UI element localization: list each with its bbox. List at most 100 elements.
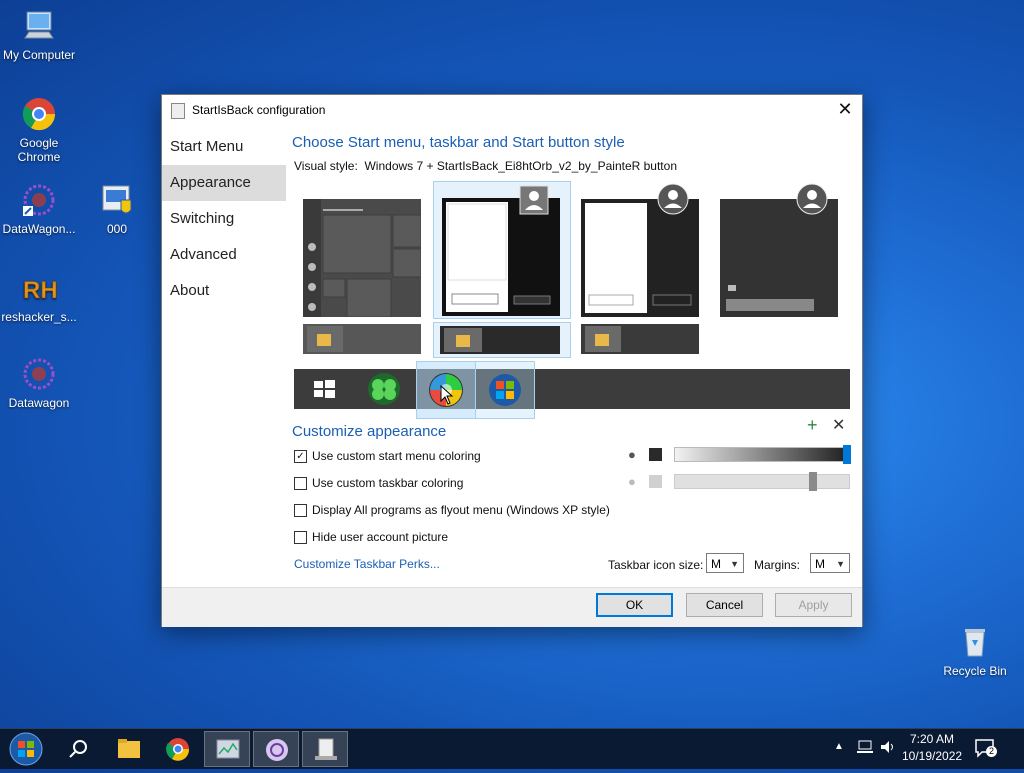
desktop-icon-reshacker[interactable]: RH reshacker_s... (0, 270, 78, 324)
nav-advanced[interactable]: Advanced (162, 237, 286, 273)
clover-orb-icon (368, 373, 400, 405)
checkbox[interactable] (294, 530, 307, 544)
taskbar-color-swatch[interactable] (649, 475, 662, 488)
start-style-option-win7[interactable] (433, 181, 571, 319)
desktop-icon-my-computer[interactable]: My Computer (0, 8, 78, 62)
desktop-icon-label: My Computer (2, 48, 76, 62)
checkbox-checked[interactable]: ✓ (294, 449, 307, 463)
user-avatar-icon (657, 183, 689, 215)
start-button-option-clover[interactable] (364, 371, 404, 407)
option-hide-user-picture[interactable]: Hide user account picture (294, 530, 448, 544)
nav-start-menu[interactable]: Start Menu (162, 129, 286, 165)
desktop-icon-label: Recycle Bin (943, 664, 1007, 678)
recycle-bin-icon (957, 624, 993, 660)
start-button-strip (294, 361, 850, 419)
startisback-config-dialog: StartIsBack configuration ✕ Start Menu A… (161, 94, 863, 627)
taskbar: ▲ 7:20 AM 10/19/2022 2 (0, 728, 1024, 769)
taskbar-opacity-icon: ● (628, 474, 636, 489)
taskbar-style-option-1[interactable] (303, 324, 421, 354)
slider-thumb[interactable] (843, 445, 851, 464)
ok-button[interactable]: OK (596, 593, 673, 617)
desktop-icon-datawagon-shortcut[interactable]: DataWagon... (0, 182, 78, 236)
add-button[interactable]: + (807, 415, 818, 436)
nav-appearance[interactable]: Appearance (162, 165, 286, 201)
chevron-down-icon: ▼ (836, 559, 845, 569)
desktop-icon-datawagon[interactable]: Datawagon (0, 356, 78, 410)
visual-style-value: Windows 7 + StartIsBack_Ei8htOrb_v2_by_P… (364, 159, 677, 173)
taskbar-icon-size-select[interactable]: M ▼ (706, 553, 744, 573)
taskbar-explorer[interactable] (106, 731, 152, 767)
select-value: M (815, 557, 825, 571)
mouse-cursor-icon (440, 385, 454, 405)
option-label: Hide user account picture (312, 530, 449, 544)
action-center-button[interactable]: 2 (974, 737, 997, 759)
start-button[interactable] (4, 730, 48, 766)
desktop-icon-000[interactable]: 000 (78, 182, 156, 236)
start-style-option-win8[interactable] (581, 183, 699, 317)
taskbar-chrome[interactable] (155, 731, 201, 767)
dialog-title: StartIsBack configuration (192, 103, 326, 117)
checkbox[interactable] (294, 476, 307, 490)
datawagon-icon (21, 356, 57, 392)
taskbar-icon-size-label: Taskbar icon size: (608, 558, 704, 572)
search-button[interactable] (56, 731, 102, 767)
config-window-icon (315, 738, 337, 760)
desktop-icon-label: 000 (106, 222, 128, 236)
windows7-orb-icon (489, 374, 521, 406)
start-button-option-win7-orb[interactable] (475, 361, 535, 419)
select-value: M (711, 557, 721, 571)
dialog-titlebar[interactable]: StartIsBack configuration ✕ (162, 95, 862, 125)
apply-button[interactable]: Apply (775, 593, 852, 617)
datawagon-icon (266, 739, 288, 761)
datawagon-shortcut-icon (21, 182, 57, 218)
network-icon[interactable] (856, 739, 874, 755)
taskbar-task-manager[interactable] (204, 731, 250, 767)
taskbar-color-slider[interactable] (674, 472, 850, 491)
start-button-option-win10[interactable] (306, 375, 342, 403)
user-avatar-icon (796, 183, 828, 215)
taskbar-startisback-config[interactable] (302, 731, 348, 767)
slider-thumb[interactable] (809, 472, 818, 491)
start-color-swatch[interactable] (649, 448, 662, 461)
option-label: Use custom start menu coloring (312, 449, 481, 463)
desktop-icon-chrome[interactable]: Google Chrome (0, 96, 78, 164)
taskbar-datawagon[interactable] (253, 731, 299, 767)
clock-date[interactable]: 10/19/2022 (902, 749, 962, 763)
desktop-icon-label: Datawagon (8, 396, 70, 410)
svg-text:RH: RH (23, 277, 57, 304)
visual-style-label: Visual style: (294, 159, 358, 173)
start-style-option-win10[interactable] (303, 199, 422, 318)
notification-count-badge: 2 (986, 746, 997, 757)
margins-select[interactable]: M ▼ (810, 553, 850, 573)
chevron-down-icon: ▼ (730, 559, 739, 569)
option-custom-taskbar-coloring[interactable]: Use custom taskbar coloring (294, 476, 463, 490)
volume-icon[interactable] (879, 739, 897, 755)
desktop-icon-label: reshacker_s... (1, 310, 77, 324)
taskbar-style-option-2[interactable] (433, 322, 571, 358)
option-custom-start-coloring[interactable]: ✓ Use custom start menu coloring (294, 449, 481, 463)
nav-about[interactable]: About (162, 273, 286, 309)
start-color-slider[interactable] (674, 445, 851, 464)
nav-switching[interactable]: Switching (162, 201, 286, 237)
desktop-icon-label: Google Chrome (17, 136, 61, 164)
start-style-option-win10-dark[interactable] (720, 183, 838, 317)
close-button[interactable]: ✕ (836, 100, 854, 119)
computer-icon (21, 8, 57, 44)
chrome-icon (21, 96, 57, 132)
show-hidden-icons-button[interactable]: ▲ (834, 741, 844, 752)
desktop-icon-recycle-bin[interactable]: Recycle Bin (936, 624, 1014, 678)
customize-taskbar-perks-link[interactable]: Customize Taskbar Perks... (294, 557, 440, 571)
checkbox[interactable] (294, 503, 307, 517)
settings-nav: Start Menu Appearance Switching Advanced… (162, 129, 286, 587)
windows7-orb-icon (9, 732, 43, 766)
option-label: Display All programs as flyout menu (Win… (312, 503, 610, 517)
cancel-button[interactable]: Cancel (686, 593, 763, 617)
clock-time[interactable]: 7:20 AM (902, 732, 962, 746)
taskbar-style-option-3[interactable] (581, 324, 699, 354)
search-icon (69, 740, 87, 758)
reshacker-icon: RH (21, 270, 58, 306)
option-flyout-menu[interactable]: Display All programs as flyout menu (Win… (294, 503, 610, 517)
remove-button[interactable]: ✕ (832, 415, 845, 435)
style-heading: Choose Start menu, taskbar and Start but… (292, 134, 625, 151)
start-opacity-icon: ● (628, 447, 636, 462)
